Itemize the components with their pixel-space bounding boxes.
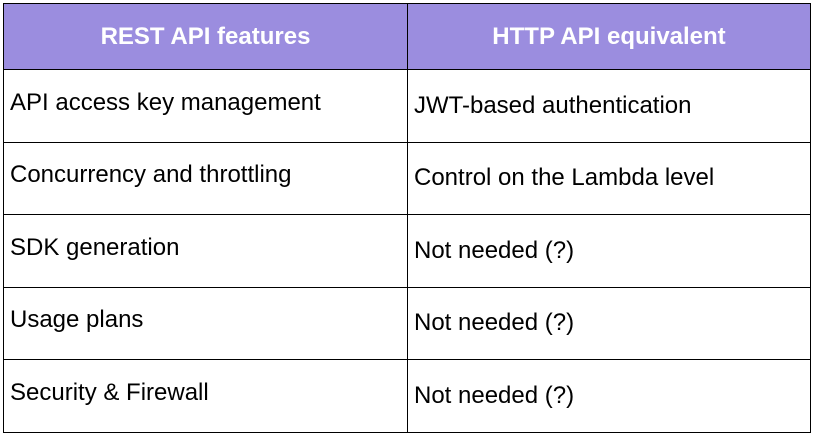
header-row: REST API features HTTP API equivalent bbox=[3, 3, 811, 70]
rest-feature-cell: API access key management bbox=[3, 69, 408, 143]
http-equivalent-cell: Control on the Lambda level bbox=[407, 141, 811, 215]
http-equivalent-cell: Not needed (?) bbox=[407, 359, 811, 433]
table-row: API access key management JWT-based auth… bbox=[3, 69, 811, 143]
table-row: Usage plans Not needed (?) bbox=[3, 286, 811, 360]
http-equivalent-cell: Not needed (?) bbox=[407, 214, 811, 288]
header-http-api-equivalent: HTTP API equivalent bbox=[407, 3, 811, 70]
http-equivalent-cell: Not needed (?) bbox=[407, 286, 811, 360]
header-rest-api-features: REST API features bbox=[3, 3, 408, 70]
rest-feature-cell: SDK generation bbox=[3, 214, 408, 288]
rest-feature-cell: Usage plans bbox=[3, 286, 408, 360]
comparison-table-container: REST API features HTTP API equivalent AP… bbox=[3, 3, 811, 433]
rest-feature-cell: Concurrency and throttling bbox=[3, 141, 408, 215]
table-row: Security & Firewall Not needed (?) bbox=[3, 359, 811, 433]
table-row: Concurrency and throttling Control on th… bbox=[3, 141, 811, 215]
rest-feature-cell: Security & Firewall bbox=[3, 359, 408, 433]
table-header: REST API features HTTP API equivalent bbox=[3, 3, 811, 70]
table-row: SDK generation Not needed (?) bbox=[3, 214, 811, 288]
comparison-table: REST API features HTTP API equivalent AP… bbox=[3, 3, 811, 433]
table-body: API access key management JWT-based auth… bbox=[3, 69, 811, 433]
http-equivalent-cell: JWT-based authentication bbox=[407, 69, 811, 143]
